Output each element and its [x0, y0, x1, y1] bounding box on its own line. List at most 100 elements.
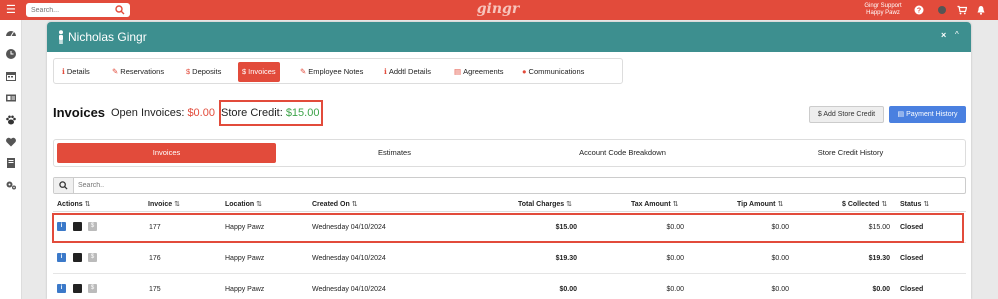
tab-label: Employee Notes [308, 67, 364, 76]
help-icon[interactable]: ? [914, 5, 924, 15]
close-icon[interactable]: × [941, 30, 946, 40]
created-on: Wednesday 04/10/2024 [312, 255, 386, 262]
info-icon: ℹ [62, 67, 65, 76]
calendar-icon[interactable] [5, 70, 17, 82]
customer-panel: Nicholas Gingr × ^ ℹ Details ✎ Reservation… [47, 22, 971, 299]
user-info[interactable]: Gingr Support Happy Pawz [853, 3, 913, 17]
tab-deposits[interactable]: $ Deposits [182, 62, 225, 82]
pay-invoice-icon[interactable]: $ [88, 253, 97, 262]
col-label: Tip Amount [737, 201, 776, 208]
paw-icon[interactable] [5, 114, 17, 126]
col-actions[interactable]: Actions ⇅ [57, 200, 91, 208]
sort-icon: ⇅ [566, 201, 573, 208]
dollar-icon: $ [186, 67, 191, 76]
collapse-icon[interactable]: ^ [955, 30, 959, 39]
subtab-invoices[interactable]: Invoices [57, 143, 276, 163]
info-icon: ℹ [384, 67, 387, 76]
sort-icon: ⇅ [923, 201, 930, 208]
add-store-credit-button[interactable]: $ Add Store Credit [809, 106, 884, 123]
table-row[interactable]: i $ 175 Happy Pawz Wednesday 04/10/2024 … [53, 275, 966, 299]
col-label: Total Charges [518, 201, 565, 208]
table-search[interactable] [53, 177, 966, 194]
tab-communications[interactable]: ● Communications [518, 62, 588, 82]
dashboard-icon[interactable] [5, 27, 17, 39]
collected: $0.00 [872, 286, 890, 293]
search-icon [59, 181, 68, 190]
email-invoice-icon[interactable] [73, 253, 82, 262]
col-total-charges[interactable]: Total Charges ⇅ [518, 200, 572, 208]
subtab-store-credit-history[interactable]: Store Credit History [741, 143, 960, 163]
tip-amount: $0.00 [771, 286, 789, 293]
col-created-on[interactable]: Created On ⇅ [312, 200, 358, 208]
tax-amount: $0.00 [666, 286, 684, 293]
total-charges: $19.30 [555, 255, 577, 262]
global-search-input[interactable] [26, 3, 114, 17]
sort-icon: ⇅ [672, 201, 679, 208]
top-bar: ☰ gingr Gingr Support Happy Pawz ? [0, 0, 998, 20]
store-credit-label: Store Credit: [221, 107, 283, 119]
payment-history-button[interactable]: ▤ Payment History [889, 106, 966, 123]
status-icon[interactable] [937, 5, 947, 15]
status: Closed [900, 286, 924, 293]
payment-history-label: Payment History [906, 111, 958, 118]
tax-amount: $0.00 [666, 255, 684, 262]
heart-icon[interactable] [5, 136, 17, 148]
col-tip-amount[interactable]: Tip Amount ⇅ [737, 200, 783, 208]
subtab-estimates[interactable]: Estimates [285, 143, 504, 163]
tab-addtl-details[interactable]: ℹ Addtl Details [380, 62, 435, 82]
global-search[interactable] [26, 3, 130, 17]
view-invoice-icon[interactable]: i [57, 284, 66, 293]
tab-details[interactable]: ℹ Details [58, 62, 94, 82]
email-invoice-icon[interactable] [73, 284, 82, 293]
col-label: Created On [312, 201, 350, 208]
sort-icon: ⇅ [84, 201, 91, 208]
created-on: Wednesday 04/10/2024 [312, 286, 386, 293]
col-label: Actions [57, 201, 83, 208]
tab-reservations[interactable]: ✎ Reservations [108, 62, 168, 82]
subtab-account-code-breakdown[interactable]: Account Code Breakdown [513, 143, 732, 163]
tab-label: Communications [528, 67, 585, 76]
tab-invoices[interactable]: $ Invoices [238, 62, 280, 82]
cart-icon[interactable] [957, 5, 967, 15]
search-icon[interactable] [115, 5, 125, 15]
bell-icon[interactable] [976, 5, 986, 15]
table-search-button[interactable] [54, 178, 74, 193]
col-label: Location [225, 201, 255, 208]
clock-icon[interactable] [5, 48, 17, 60]
col-status[interactable]: Status ⇅ [900, 200, 929, 208]
sort-icon: ⇅ [881, 201, 888, 208]
sort-icon: ⇅ [174, 201, 180, 208]
col-label: Tax Amount [631, 201, 671, 208]
col-location[interactable]: Location ⇅ [225, 200, 262, 208]
book-icon[interactable] [5, 157, 17, 169]
menu-icon[interactable]: ☰ [6, 4, 18, 16]
gears-icon[interactable] [5, 179, 17, 191]
gingr-logo[interactable]: gingr [476, 1, 520, 19]
tab-label: Details [66, 67, 90, 76]
pay-invoice-icon[interactable]: $ [88, 284, 97, 293]
view-invoice-icon[interactable]: i [57, 253, 66, 262]
tab-label: Agreements [463, 67, 504, 76]
col-collected[interactable]: $ Collected ⇅ [842, 200, 887, 208]
tip-amount: $0.00 [771, 255, 789, 262]
tab-employee-notes[interactable]: ✎ Employee Notes [296, 62, 367, 82]
open-invoices: Open Invoices: $0.00 [111, 107, 215, 119]
table-search-input[interactable] [78, 178, 378, 193]
sort-icon: ⇅ [351, 201, 358, 208]
status: Closed [900, 255, 924, 262]
table-row[interactable]: i $ 176 Happy Pawz Wednesday 04/10/2024 … [53, 244, 966, 274]
tab-label: Deposits [192, 67, 222, 76]
id-card-icon[interactable] [5, 92, 17, 104]
svg-text:?: ? [917, 8, 921, 15]
store-credit: Store Credit: $15.00 [221, 107, 319, 119]
tab-agreements[interactable]: ▤ Agreements [450, 62, 508, 82]
panel-header: Nicholas Gingr × ^ [47, 22, 971, 52]
customer-name: Nicholas Gingr [68, 30, 147, 44]
col-tax-amount[interactable]: Tax Amount ⇅ [631, 200, 679, 208]
location: Happy Pawz [225, 255, 265, 262]
file-icon: ▤ [897, 111, 907, 118]
total-charges: $0.00 [559, 286, 577, 293]
col-label: Invoice [148, 201, 173, 208]
col-invoice[interactable]: Invoice ⇅ [148, 200, 180, 208]
col-label: $ Collected [842, 201, 880, 208]
